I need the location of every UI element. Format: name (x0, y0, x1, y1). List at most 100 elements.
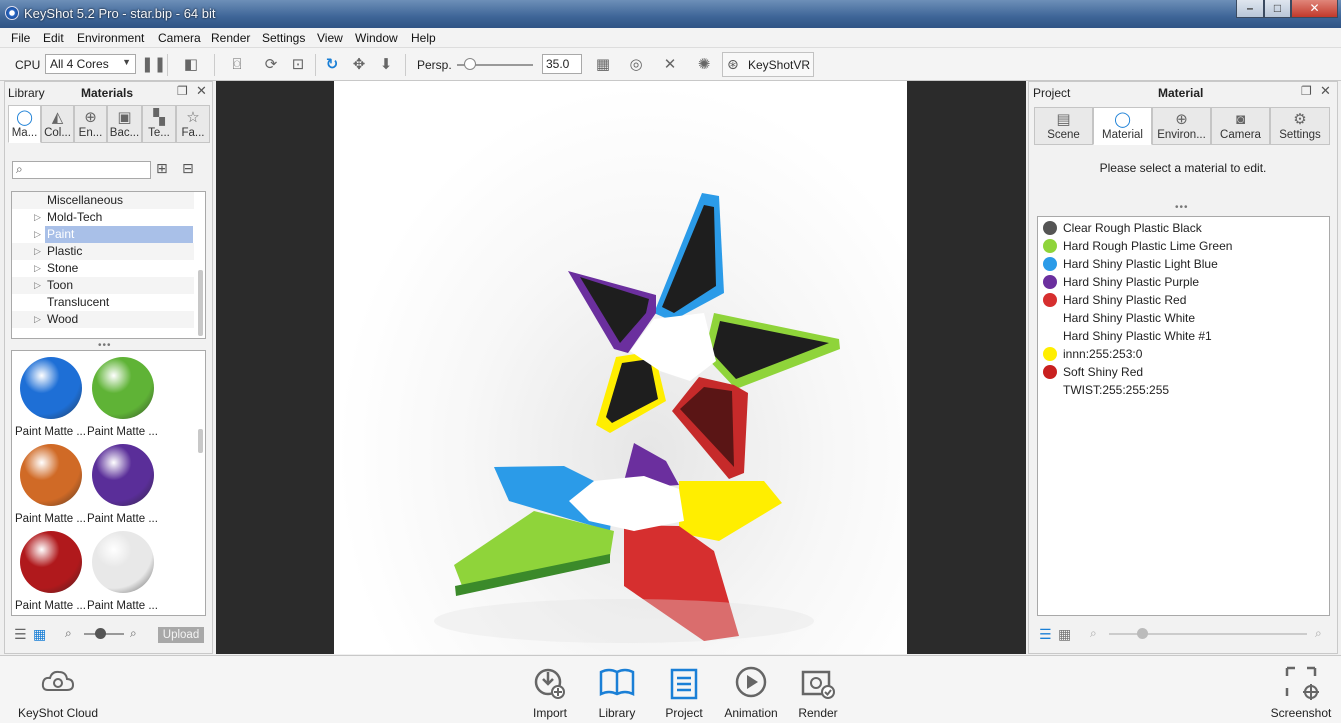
animation-button[interactable]: Animation (722, 662, 780, 720)
performance-mode-icon[interactable]: ◧ (176, 56, 206, 74)
material-list-item[interactable]: TWIST:255:255:255 (1042, 381, 1169, 399)
float-panel-icon[interactable]: ❐ (1301, 84, 1312, 98)
tab-scene[interactable]: ▤ Scene (1034, 107, 1093, 145)
material-thumbnail[interactable]: Paint Matte ... (15, 357, 86, 442)
project-button[interactable]: Project (661, 662, 707, 720)
menu-file[interactable]: File (11, 31, 30, 45)
lock-icon[interactable]: ⊡ (289, 56, 307, 74)
add-folder-icon[interactable]: ⊞ (156, 160, 168, 177)
maximize-button[interactable]: □ (1264, 0, 1291, 18)
grid-view-icon[interactable]: ▦ (33, 626, 46, 643)
menu-edit[interactable]: Edit (43, 31, 64, 45)
perspective-input[interactable]: 35.0 (542, 54, 582, 74)
tab-materials[interactable]: ◯ Ma... (8, 105, 41, 143)
expand-arrow-icon[interactable]: ▷ (34, 243, 41, 260)
zoom-in-icon[interactable]: ⌕ (1315, 626, 1322, 641)
tree-item-mold-tech[interactable]: ▷ Mold-Tech (12, 209, 194, 226)
render-viewport[interactable] (216, 81, 1026, 654)
menu-environment[interactable]: Environment (77, 31, 144, 45)
material-thumbnail[interactable]: Paint Matte ... (87, 444, 158, 529)
menu-window[interactable]: Window (355, 31, 398, 45)
library-search-input[interactable]: ⌕ (12, 161, 151, 179)
tab-environment[interactable]: ⊕ Environ... (1152, 107, 1211, 145)
material-list-item[interactable]: Hard Shiny Plastic White (1042, 309, 1195, 327)
geometry-view-icon[interactable]: ◎ (627, 56, 645, 74)
material-list-item[interactable]: Hard Shiny Plastic White #1 (1042, 327, 1212, 345)
close-icon[interactable]: ✕ (196, 83, 207, 99)
pause-icon[interactable]: ❚❚ (141, 56, 166, 74)
folder-icon[interactable]: ⊟ (182, 160, 194, 177)
zoom-out-icon[interactable]: ⌕ (1090, 626, 1097, 641)
upload-button[interactable]: Upload (158, 627, 204, 643)
keyshot-cloud-button[interactable]: KeyShot Cloud (14, 662, 102, 720)
float-panel-icon[interactable]: ❐ (177, 84, 188, 98)
tree-scrollbar[interactable] (198, 270, 203, 336)
thumbnail-size-handle[interactable] (95, 628, 106, 639)
material-list-item[interactable]: Hard Shiny Plastic Red (1042, 291, 1186, 309)
material-color-swatch (1043, 347, 1057, 361)
list-view-icon[interactable]: ☰ (1039, 626, 1052, 643)
material-thumbnail[interactable]: Paint Matte ... (87, 357, 158, 442)
list-view-icon[interactable]: ☰ (14, 626, 27, 643)
refresh-icon[interactable]: ↻ (323, 56, 341, 74)
screenshot-button[interactable]: Screenshot (1266, 662, 1336, 720)
tab-favorites[interactable]: ☆ Fa... (176, 105, 210, 143)
tree-item-toon[interactable]: ▷ Toon (12, 277, 194, 294)
tree-item-paint[interactable]: ▷ Paint (12, 226, 194, 243)
tree-item-plastic[interactable]: ▷ Plastic (12, 243, 194, 260)
expand-arrow-icon[interactable]: ▷ (34, 260, 41, 277)
render-button[interactable]: Render (796, 662, 840, 720)
splitter-handle[interactable]: ••• (1175, 202, 1189, 213)
material-list-item[interactable]: Hard Shiny Plastic Light Blue (1042, 255, 1218, 273)
material-thumbnail[interactable]: Paint Matte ... (15, 444, 86, 529)
fit-to-screen-icon[interactable]: ✥ (350, 56, 368, 74)
menu-render[interactable]: Render (211, 31, 250, 45)
tree-item-miscellaneous[interactable]: Miscellaneous (12, 192, 194, 209)
tab-settings[interactable]: ⚙ Settings (1270, 107, 1330, 145)
material-thumbnail[interactable]: Paint Matte ... (15, 531, 86, 615)
material-list-item[interactable]: Clear Rough Plastic Black (1042, 219, 1202, 237)
menu-help[interactable]: Help (411, 31, 436, 45)
menu-camera[interactable]: Camera (158, 31, 201, 45)
menu-settings[interactable]: Settings (262, 31, 305, 45)
tab-material[interactable]: ◯ Material (1093, 107, 1152, 145)
tab-environments[interactable]: ⊕ En... (74, 105, 107, 143)
keyshotvr-button[interactable]: ⊛ KeyShotVR (722, 52, 814, 77)
zoom-in-icon[interactable]: ⌕ (130, 626, 137, 641)
grid-view-icon[interactable]: ▦ (1058, 626, 1071, 643)
render-canvas[interactable] (334, 81, 907, 654)
material-list-item[interactable]: innn:255:253:0 (1042, 345, 1142, 363)
expand-arrow-icon[interactable]: ▷ (34, 311, 41, 328)
ray-icon[interactable]: ✺ (695, 56, 713, 74)
close-icon[interactable]: ✕ (1320, 83, 1331, 99)
zoom-out-icon[interactable]: ⌕ (65, 626, 72, 641)
reset-icon[interactable]: ⟳ (262, 56, 280, 74)
thumbnail-size-handle[interactable] (1137, 628, 1148, 639)
material-list-item[interactable]: Hard Rough Plastic Lime Green (1042, 237, 1232, 255)
close-window-button[interactable]: ✕ (1291, 0, 1338, 18)
expand-arrow-icon[interactable]: ▷ (34, 277, 41, 294)
perspective-slider-handle[interactable] (464, 58, 476, 70)
library-button[interactable]: Library (594, 662, 640, 720)
import-button[interactable]: Import (528, 662, 572, 720)
material-list-item[interactable]: Hard Shiny Plastic Purple (1042, 273, 1199, 291)
expand-arrow-icon[interactable]: ▷ (34, 209, 41, 226)
region-icon[interactable]: ▦ (594, 56, 612, 74)
material-thumbnail[interactable]: Paint Matte ... (87, 531, 158, 615)
tab-colors[interactable]: ◭ Col... (41, 105, 74, 143)
cpu-cores-select[interactable]: All 4 Cores ▼ (45, 54, 136, 74)
thumbnail-scrollbar[interactable] (198, 429, 203, 453)
material-list-item[interactable]: Soft Shiny Red (1042, 363, 1143, 381)
tumble-icon[interactable]: ✕ (661, 56, 679, 74)
expand-arrow-icon[interactable]: ▷ (34, 226, 41, 243)
menu-view[interactable]: View (317, 31, 343, 45)
camera-snapshot-icon[interactable]: ⌼ (226, 56, 248, 74)
tab-textures[interactable]: ▚ Te... (142, 105, 176, 143)
tree-item-stone[interactable]: ▷ Stone (12, 260, 194, 277)
tree-item-wood[interactable]: ▷ Wood (12, 311, 194, 328)
tree-item-translucent[interactable]: Translucent (12, 294, 194, 311)
tab-backplates[interactable]: ▣ Bac... (107, 105, 142, 143)
tab-camera[interactable]: ◙ Camera (1211, 107, 1270, 145)
drop-to-ground-icon[interactable]: ⬇ (377, 56, 395, 74)
minimize-button[interactable]: – (1236, 0, 1264, 18)
